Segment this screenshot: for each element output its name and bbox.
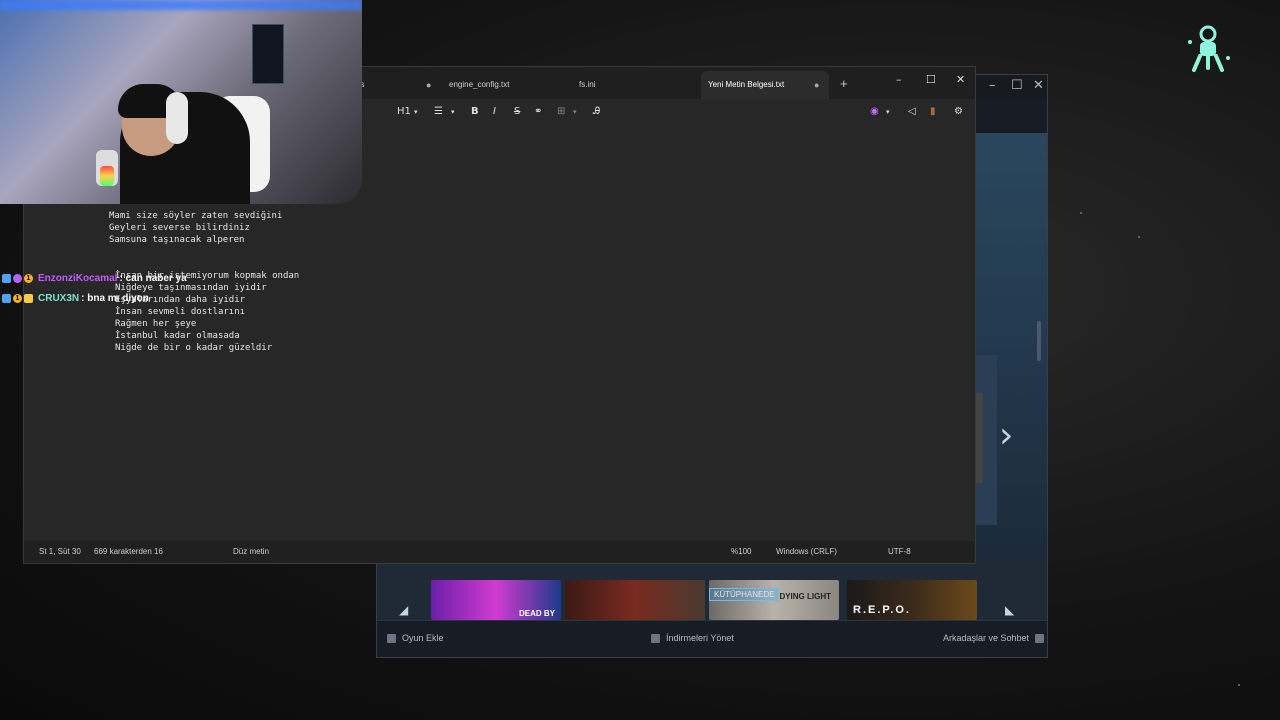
status-bar: St 1, Süt 30 669 karakterden 16 Düz meti… — [24, 541, 975, 563]
headset — [166, 92, 188, 144]
chat-text: : bna mı diyon — [81, 293, 149, 304]
bold-icon[interactable]: B — [471, 106, 479, 117]
download-icon — [651, 633, 660, 643]
chat-username[interactable]: EnzonziKocamal — [38, 273, 117, 284]
chevron-down-icon: ▾ — [451, 108, 455, 116]
prime-badge-icon — [2, 274, 11, 283]
microphone-rgb — [100, 166, 114, 186]
encoding[interactable]: UTF-8 — [888, 547, 911, 556]
desktop-speck — [1138, 236, 1140, 238]
text-format[interactable]: Düz metin — [233, 547, 269, 556]
new-tab-button[interactable]: + — [840, 76, 848, 91]
chat-message: 1 EnzonziKocamal : can naber ya — [2, 273, 187, 284]
plus-icon — [387, 633, 396, 643]
maximize-icon[interactable]: ☐ — [1011, 78, 1023, 93]
gear-icon[interactable]: ⚙ — [954, 106, 963, 117]
bits-badge-icon: 1 — [24, 274, 33, 283]
tab-engine-config[interactable]: engine_config.txt — [449, 71, 569, 99]
editor-line: Geyleri severse bilirdiniz — [109, 223, 250, 233]
tab-label: fs.ini — [579, 80, 596, 89]
chevron-right-icon[interactable]: › — [999, 415, 1013, 456]
steam-bottombar: Oyun Ekle İndirmeleri Yönet Arkadaşlar v… — [377, 620, 1047, 657]
maximize-icon[interactable]: ☐ — [926, 73, 936, 86]
desktop-speck — [1238, 684, 1240, 686]
minimize-icon[interactable]: – — [896, 73, 902, 86]
prime-badge-icon — [2, 294, 11, 303]
streamer-logo — [1188, 25, 1230, 72]
tab-settings[interactable]: gs ● — [356, 71, 436, 99]
clear-format-icon[interactable]: Ꭿ — [593, 106, 600, 117]
close-icon[interactable]: ✕ — [956, 73, 965, 86]
strikethrough-icon[interactable]: S — [514, 106, 520, 117]
led-strip — [0, 0, 362, 10]
tab-label: engine_config.txt — [449, 80, 510, 89]
italic-icon[interactable]: I — [493, 106, 496, 117]
editor-line: İstanbul kadar olmasada — [115, 331, 240, 341]
featured-image — [975, 393, 983, 483]
manage-downloads-label: İndirmeleri Yönet — [666, 633, 734, 643]
friends-chat-label: Arkadaşlar ve Sohbet — [943, 633, 1030, 643]
tab-yeni-metin-belgesi[interactable]: Yeni Metin Belgesi.txt ● — [701, 71, 829, 99]
game-tile[interactable]: DEAD BY — [431, 580, 561, 620]
table-icon[interactable]: ⊞ — [557, 106, 565, 117]
unsaved-dot-icon: ● — [426, 80, 432, 90]
chevron-down-icon: ▾ — [414, 108, 418, 116]
game-tile[interactable] — [565, 580, 705, 620]
game-tile[interactable]: R.E.P.O. — [847, 580, 977, 620]
chevron-down-icon: ▾ — [886, 108, 890, 116]
chevron-right-icon[interactable]: ◣ — [1005, 603, 1014, 617]
heading-select[interactable]: H1 — [397, 106, 411, 117]
webcam-overlay — [0, 0, 362, 204]
copilot-icon[interactable]: ◉ — [870, 106, 879, 117]
tab-fs-ini[interactable]: fs.ini — [579, 71, 689, 99]
close-icon[interactable]: ✕ — [1033, 78, 1044, 93]
wall-banner — [252, 24, 284, 84]
manage-downloads-button[interactable]: İndirmeleri Yönet — [651, 633, 734, 643]
friends-chat-button[interactable]: Arkadaşlar ve Sohbet — [943, 633, 1045, 643]
game-tile-label: DEAD BY — [518, 609, 555, 618]
game-tile-label: DYING LIGHT — [779, 592, 831, 601]
game-tile-label: R.E.P.O. — [853, 604, 911, 616]
chat-username[interactable]: CRUX3N — [38, 293, 79, 304]
unsaved-dot-icon: ● — [814, 80, 820, 90]
editor-line: Rağmen her şeye — [115, 319, 197, 329]
chat-icon — [1035, 633, 1045, 643]
zoom-level[interactable]: %100 — [731, 547, 751, 556]
character-count: 669 karakterden 16 — [94, 547, 163, 556]
moderator-badge-icon — [13, 274, 22, 283]
library-badge: KÜTÜPHANEDE — [709, 588, 780, 601]
editor-line: Niğdeye taşınmasından iyidir — [115, 283, 267, 293]
add-game-label: Oyun Ekle — [402, 633, 444, 643]
chevron-down-icon: ▾ — [573, 108, 577, 116]
editor-line: İnsan sevmeli dostlarını — [115, 307, 246, 317]
desktop-speck — [1080, 212, 1082, 214]
link-icon[interactable]: ⚭ — [534, 106, 542, 117]
megaphone-icon[interactable]: ◁ — [908, 106, 916, 117]
avatar[interactable]: ▮ — [930, 106, 936, 117]
minimize-icon[interactable]: – — [989, 78, 996, 93]
bits-badge-icon: 1 — [13, 294, 22, 303]
line-ending[interactable]: Windows (CRLF) — [776, 547, 837, 556]
add-game-button[interactable]: Oyun Ekle — [387, 633, 444, 643]
chat-text: : can naber ya — [119, 273, 187, 284]
cursor-position: St 1, Süt 30 — [39, 547, 81, 556]
editor-line: Niğde de bir o kadar güzeldir — [115, 343, 273, 353]
scrollbar[interactable] — [1037, 321, 1041, 361]
chevron-left-icon[interactable]: ◢ — [399, 603, 408, 617]
editor-line: Mami size söyler zaten sevdiğini — [109, 211, 283, 221]
crown-badge-icon — [24, 294, 33, 303]
chat-message: 1 CRUX3N : bna mı diyon — [2, 293, 149, 304]
tab-label: Yeni Metin Belgesi.txt — [708, 80, 785, 89]
editor-line: Samsuna taşınacak alperen — [109, 235, 245, 245]
list-icon[interactable]: ☰ — [434, 106, 443, 117]
